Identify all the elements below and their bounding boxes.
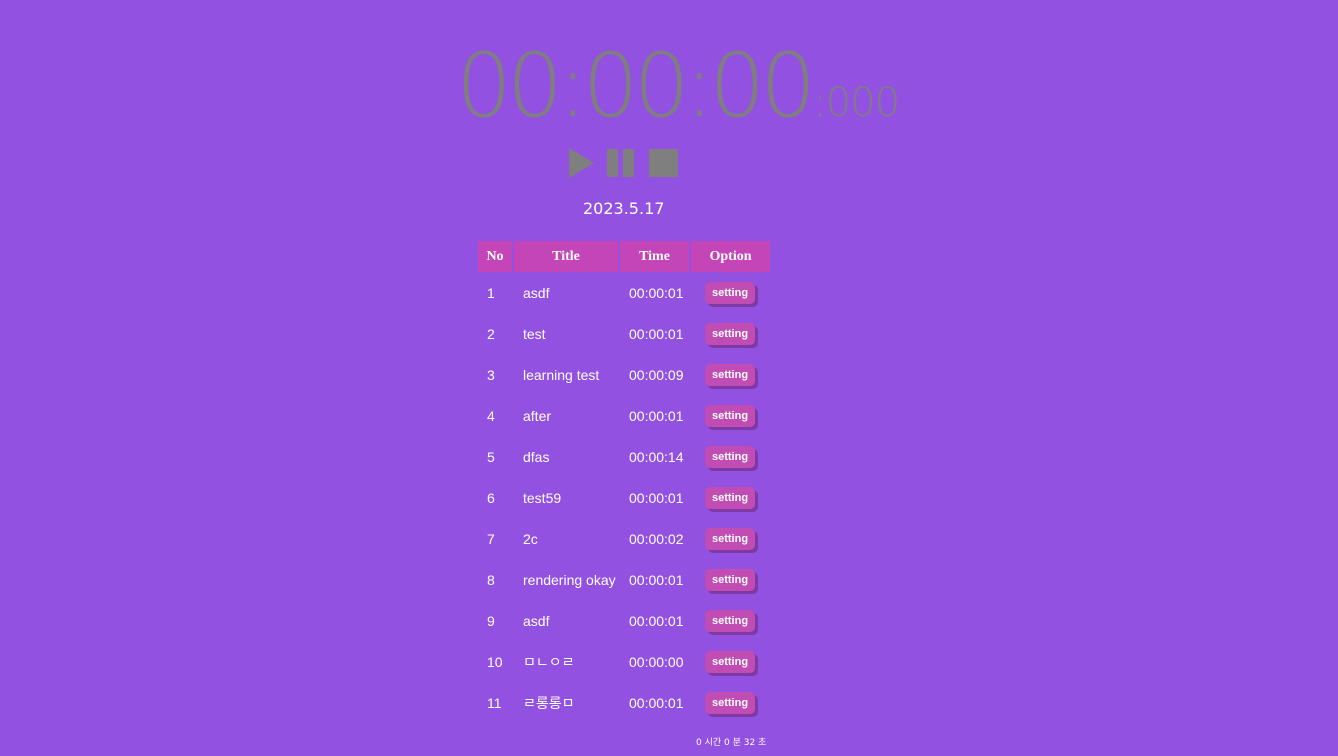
current-date: 2023.5.17 — [583, 199, 665, 218]
table-row: 1 asdf 00:00:01 setting — [478, 272, 770, 313]
row-time: 00:00:01 — [629, 407, 684, 424]
row-time: 00:00:14 — [629, 448, 684, 465]
row-title: dfas — [523, 448, 550, 465]
row-time: 00:00:01 — [629, 612, 684, 629]
setting-button[interactable]: setting — [705, 568, 756, 591]
row-time: 00:00:01 — [629, 325, 684, 342]
setting-button[interactable]: setting — [705, 527, 756, 550]
row-title: test59 — [523, 489, 562, 506]
records-table: No Title Time Option 1 asdf 00:00:01 settin… — [476, 241, 772, 723]
row-title: after — [523, 407, 552, 424]
row-option: setting — [691, 436, 770, 477]
table-row: 9 asdf 00:00:01 setting — [478, 600, 770, 641]
row-title: test — [523, 325, 546, 342]
table-row: 6 test59 00:00:01 setting — [478, 477, 770, 518]
play-icon — [569, 148, 594, 178]
stopwatch-display: 00:00:00:000 — [456, 34, 900, 137]
timer-controls — [566, 147, 686, 179]
row-number: 4 — [487, 407, 495, 424]
row-option: setting — [691, 682, 770, 723]
header-title: Title — [514, 241, 618, 272]
row-number: 6 — [487, 489, 495, 506]
table-row: 8 rendering okay 00:00:01 setting — [478, 559, 770, 600]
header-option: Option — [691, 241, 770, 272]
row-number: 5 — [487, 448, 495, 465]
total-time: 0 시간 0 분 32 초 — [696, 738, 767, 748]
pause-icon — [607, 149, 634, 177]
setting-button[interactable]: setting — [705, 650, 756, 673]
row-time: 00:00:01 — [629, 489, 684, 506]
table-row: 11 ㄹ롱롱ㅁ 00:00:01 setting — [478, 682, 770, 723]
stop-button[interactable] — [648, 147, 680, 179]
table-row: 7 2c 00:00:02 setting — [478, 518, 770, 559]
row-title: ㄹ롱롱ㅁ — [523, 694, 575, 711]
header-no: No — [478, 241, 512, 272]
row-number: 11 — [487, 694, 502, 711]
row-time: 00:00:00 — [629, 653, 684, 670]
row-time: 00:00:01 — [629, 571, 684, 588]
row-option: setting — [691, 272, 770, 313]
row-option: setting — [691, 354, 770, 395]
setting-button[interactable]: setting — [705, 404, 756, 427]
row-title: asdf — [523, 284, 550, 301]
row-number: 3 — [487, 366, 495, 383]
setting-button[interactable]: setting — [705, 691, 756, 714]
row-title: 2c — [523, 530, 538, 547]
row-option: setting — [691, 518, 770, 559]
table-row: 4 after 00:00:01 setting — [478, 395, 770, 436]
pause-button[interactable] — [606, 147, 638, 179]
row-number: 2 — [487, 325, 495, 342]
table-row: 3 learning test 00:00:09 setting — [478, 354, 770, 395]
setting-button[interactable]: setting — [705, 322, 756, 345]
row-number: 1 — [487, 284, 495, 301]
row-title: rendering okay — [523, 571, 616, 588]
row-option: setting — [691, 395, 770, 436]
header-time: Time — [620, 241, 689, 272]
table-row: 5 dfas 00:00:14 setting — [478, 436, 770, 477]
table-row: 2 test 00:00:01 setting — [478, 313, 770, 354]
setting-button[interactable]: setting — [705, 609, 756, 632]
row-option: setting — [691, 313, 770, 354]
row-time: 00:00:01 — [629, 694, 684, 711]
setting-button[interactable]: setting — [705, 445, 756, 468]
setting-button[interactable]: setting — [705, 281, 756, 304]
row-option: setting — [691, 559, 770, 600]
row-title: learning test — [523, 366, 600, 383]
row-number: 8 — [487, 571, 495, 588]
row-option: setting — [691, 600, 770, 641]
row-time: 00:00:09 — [629, 366, 684, 383]
timer-main-digits: 00:00:00 — [456, 34, 816, 137]
row-title: ㅁㄴㅇㄹ — [523, 653, 575, 670]
row-number: 7 — [487, 530, 495, 547]
table-header-row: No Title Time Option — [478, 241, 770, 272]
stop-icon — [649, 149, 678, 177]
row-number: 10 — [487, 653, 503, 670]
row-time: 00:00:01 — [629, 284, 684, 301]
row-option: setting — [691, 641, 770, 682]
play-button[interactable] — [566, 147, 596, 179]
setting-button[interactable]: setting — [705, 363, 756, 386]
row-number: 9 — [487, 612, 495, 629]
row-time: 00:00:02 — [629, 530, 684, 547]
timer-milliseconds: :000 — [813, 80, 900, 126]
row-title: asdf — [523, 612, 550, 629]
setting-button[interactable]: setting — [705, 486, 756, 509]
row-option: setting — [691, 477, 770, 518]
table-row: 10 ㅁㄴㅇㄹ 00:00:00 setting — [478, 641, 770, 682]
